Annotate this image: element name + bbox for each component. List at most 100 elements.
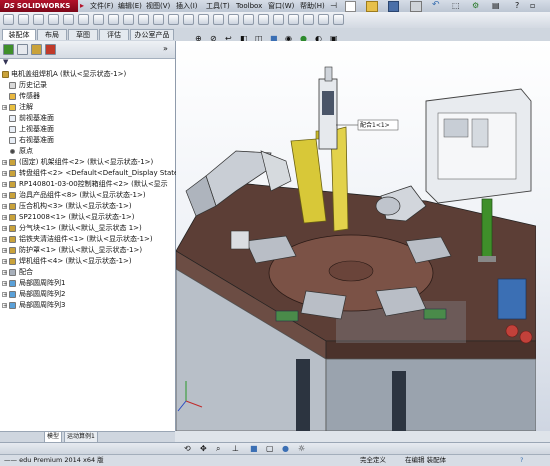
- expand-icon[interactable]: +: [2, 182, 7, 188]
- sphere-icon[interactable]: ●: [282, 444, 289, 453]
- clearance-verification-icon[interactable]: [213, 14, 224, 25]
- menu-toolbox[interactable]: Toolbox: [236, 0, 262, 12]
- expand-icon[interactable]: +: [2, 248, 7, 254]
- exploded-view-icon[interactable]: [168, 14, 179, 25]
- show-hidden-icon[interactable]: [93, 14, 104, 25]
- linear-pattern-icon[interactable]: [48, 14, 59, 25]
- origin-icon: [10, 149, 15, 154]
- filter-row: ▼: [0, 58, 175, 68]
- tree-item-label: 配合: [19, 268, 33, 276]
- menu-help[interactable]: 帮助(H): [300, 0, 325, 12]
- expand-icon[interactable]: +: [2, 292, 7, 298]
- tab-sketch[interactable]: 草图: [68, 29, 98, 40]
- expand-icon[interactable]: +: [2, 281, 7, 287]
- large-assembly-mode-icon[interactable]: [288, 14, 299, 25]
- plane-icon: [9, 137, 16, 144]
- window-restore-icon[interactable]: ▫: [530, 1, 535, 10]
- tree-item-label: 防护罩<1> (默认<默认_显示状态-1>): [19, 246, 143, 254]
- tree-item-label: 传感器: [19, 92, 40, 100]
- measure-icon[interactable]: [318, 14, 329, 25]
- green-column: [481, 198, 493, 258]
- tab-assembly[interactable]: 装配体: [2, 29, 36, 40]
- part-icon: [9, 159, 16, 166]
- menu-insert[interactable]: 插入(I): [176, 0, 198, 12]
- expand-icon[interactable]: +: [2, 270, 7, 276]
- mass-properties-icon[interactable]: [333, 14, 344, 25]
- expand-icon[interactable]: +: [2, 160, 7, 166]
- smart-fasteners-icon[interactable]: [63, 14, 74, 25]
- tree-item-label: 局部圆周阵列3: [19, 301, 66, 309]
- wireframe-icon[interactable]: ▢: [266, 444, 274, 453]
- mate-icon-button[interactable]: [33, 14, 44, 25]
- expand-icon[interactable]: +: [2, 237, 7, 243]
- expand-icon[interactable]: +: [2, 193, 7, 199]
- mate-callout: 配合1<1>: [360, 121, 390, 129]
- tree-item-label: 分气块<1> (默认<默认_显示状态 1>): [19, 224, 142, 232]
- annotation-icon: [9, 104, 16, 111]
- lights-icon[interactable]: ☼: [298, 444, 305, 453]
- save-icon[interactable]: [388, 1, 399, 12]
- expand-icon[interactable]: +: [2, 226, 7, 232]
- help-status-icon[interactable]: ?: [520, 455, 523, 466]
- tab-evaluate[interactable]: 评估: [99, 29, 129, 40]
- help-icon[interactable]: ?: [515, 1, 519, 10]
- insert-component-icon[interactable]: [18, 14, 29, 25]
- expand-icon[interactable]: +: [2, 259, 7, 265]
- pattern-icon: [9, 291, 16, 298]
- update-speedpak-icon[interactable]: [258, 14, 269, 25]
- pattern-icon: [9, 280, 16, 287]
- expand-panel-icon[interactable]: »: [163, 44, 168, 53]
- status-mode: 在编辑 装配体: [405, 456, 447, 464]
- edit-component-icon[interactable]: [3, 14, 14, 25]
- solidworks-logo[interactable]: DS SOLIDWORKS: [0, 0, 78, 12]
- rebuild-icon[interactable]: ⚙: [472, 1, 479, 10]
- bill-of-materials-icon[interactable]: [153, 14, 164, 25]
- valve-block: [497, 278, 527, 320]
- explode-line-sketch-icon[interactable]: [183, 14, 194, 25]
- menu-edit[interactable]: 编辑(E): [118, 0, 142, 12]
- property-manager-tab-icon[interactable]: [17, 44, 28, 55]
- filter-icon[interactable]: ▼: [3, 58, 8, 66]
- print-icon[interactable]: [410, 1, 422, 12]
- open-folder-icon[interactable]: [366, 1, 378, 12]
- hole-alignment-icon[interactable]: [228, 14, 239, 25]
- expand-icon[interactable]: +: [2, 215, 7, 221]
- menu-file[interactable]: 文件(F): [90, 0, 114, 12]
- menu-window[interactable]: 窗口(W): [268, 0, 294, 12]
- chevron-right-icon[interactable]: ▸: [80, 1, 84, 10]
- expand-icon[interactable]: +: [2, 303, 7, 309]
- expand-icon[interactable]: +: [2, 204, 7, 210]
- graphics-viewport[interactable]: 配合1<1>: [176, 41, 550, 431]
- pan-icon[interactable]: ✥: [200, 444, 207, 453]
- configuration-manager-tab-icon[interactable]: [31, 44, 42, 55]
- take-snapshot-icon[interactable]: [273, 14, 284, 25]
- move-component-icon[interactable]: [78, 14, 89, 25]
- rotate-icon[interactable]: ⟲: [184, 444, 191, 453]
- new-motion-study-icon[interactable]: [138, 14, 149, 25]
- dimxpert-tab-icon[interactable]: [45, 44, 56, 55]
- sensor-button-icon[interactable]: [303, 14, 314, 25]
- zoom-icon[interactable]: ⌕: [216, 444, 220, 454]
- reference-geometry-icon[interactable]: [123, 14, 134, 25]
- pin-icon[interactable]: ⊣: [330, 1, 337, 10]
- select-icon[interactable]: ⬚: [452, 1, 460, 10]
- tree-item-label: 焊机组件<4> (默认<显示状态-1>): [19, 257, 132, 265]
- normal-to-icon[interactable]: ⊥: [232, 444, 239, 453]
- interference-detection-icon[interactable]: [198, 14, 209, 25]
- menu-view[interactable]: 视图(V): [146, 0, 170, 12]
- tab-office-products[interactable]: 办公室产品: [130, 29, 174, 40]
- tree-item-label: 压合机构<3> (默认<显示状态-1>): [19, 202, 132, 210]
- tree-item-label: SP21008<1> (默认<显示状态-1>): [19, 213, 135, 221]
- new-document-icon[interactable]: [345, 1, 356, 12]
- assembly-features-icon[interactable]: [108, 14, 119, 25]
- expand-icon[interactable]: +: [2, 105, 7, 111]
- feature-manager-tab-icon[interactable]: [3, 44, 14, 55]
- expand-icon[interactable]: +: [2, 171, 7, 177]
- undo-icon[interactable]: ↶: [432, 0, 440, 10]
- assembly-icon: [9, 170, 16, 177]
- instant3d-icon[interactable]: [243, 14, 254, 25]
- shaded-icon[interactable]: ■: [250, 444, 258, 453]
- menu-tools[interactable]: 工具(T): [206, 0, 230, 12]
- options-icon[interactable]: ▤: [492, 1, 500, 10]
- tab-layout[interactable]: 布局: [37, 29, 67, 40]
